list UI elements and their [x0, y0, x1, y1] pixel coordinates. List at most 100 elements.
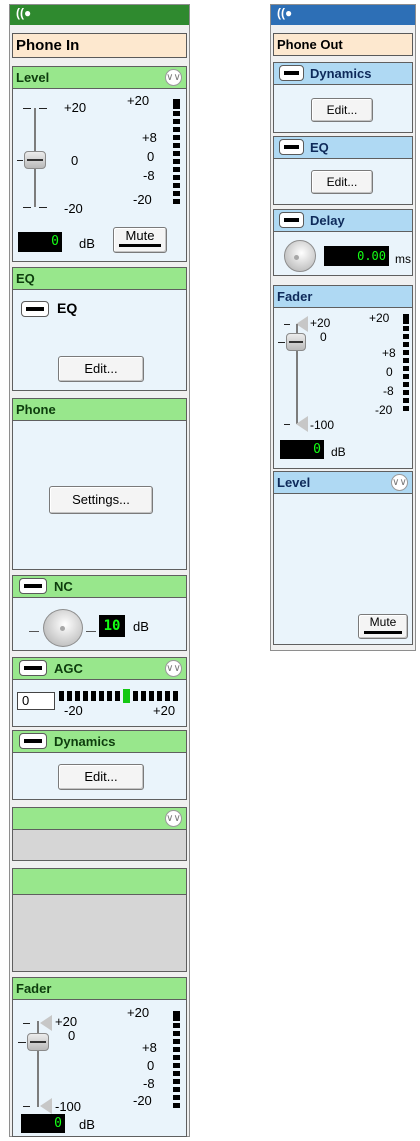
level-tick-top [23, 108, 31, 109]
fader-scale-right-1: +20 [127, 1005, 150, 1020]
out-delay-rotary-knob[interactable] [284, 240, 316, 272]
out-fader-value-display[interactable]: 0 [280, 440, 324, 459]
out-eq-bypass-toggle[interactable] [279, 139, 304, 155]
level-scale-right-4: -8 [143, 168, 155, 183]
out-dynamics-header: Dynamics [274, 63, 412, 85]
out-delay-header: Delay [274, 210, 412, 232]
out-fader-scale-right-5: -20 [375, 403, 393, 417]
fader-value-display[interactable]: 0 [21, 1114, 65, 1133]
out-delay-value-display[interactable]: 0.00 [324, 246, 389, 266]
agc-max-label: +20 [153, 703, 176, 718]
nc-rotary-knob[interactable] [43, 609, 83, 647]
level-scale-left-1: +20 [64, 100, 87, 115]
level-fader-knob[interactable] [24, 151, 46, 169]
empty-panel-2-header [13, 869, 186, 895]
out-fader-scale-left-3: -100 [310, 418, 335, 432]
mute-label: Mute [369, 615, 397, 629]
dynamics-title: Dynamics [54, 734, 116, 749]
phone-settings-button[interactable]: Settings... [49, 486, 153, 514]
fader-scale-left-3: -100 [55, 1099, 82, 1114]
level-tick-mid [17, 160, 23, 161]
out-fader-scale-right-2: +8 [382, 346, 396, 360]
level-unit: dB [79, 236, 95, 251]
empty-panel-1: ∨∨ [12, 807, 187, 861]
level-scale-right-5: -20 [133, 192, 152, 207]
nc-header: NC [13, 576, 186, 598]
level-value-display[interactable]: 0 [18, 232, 62, 252]
empty-panel-2 [12, 868, 187, 972]
fader-title: Fader [13, 978, 186, 1000]
phone-out-name: Phone Out [273, 33, 413, 56]
dynamics-edit-button[interactable]: Edit... [58, 764, 144, 790]
level-title: Level [13, 67, 186, 89]
out-dynamics-bypass-toggle[interactable] [279, 65, 304, 81]
dynamics-panel: Dynamics Edit... [12, 730, 187, 800]
fader-tick-bot [23, 1106, 30, 1107]
mute-label: Mute [125, 228, 155, 243]
agc-panel: AGC ∨∨ 0 -20 +20 [12, 657, 187, 727]
nc-knob-tick-left [29, 631, 39, 632]
chevron-down-icon[interactable]: ∨∨ [165, 69, 182, 86]
fader-tick-top [23, 1023, 30, 1024]
fader-unit: dB [79, 1117, 95, 1132]
agc-bypass-toggle[interactable] [19, 660, 47, 676]
chevron-down-icon[interactable]: ∨∨ [165, 810, 182, 827]
nc-bypass-toggle[interactable] [19, 578, 47, 594]
eq-toggle-label: EQ [57, 300, 78, 316]
level-scale-right-1: +20 [127, 93, 150, 108]
phone-in-titlebar[interactable]: ((● [10, 5, 189, 25]
fader-scale-left-1: +20 [55, 1014, 78, 1029]
out-dynamics-title: Dynamics [310, 66, 372, 81]
fader-tick-mid [18, 1042, 26, 1043]
out-delay-bypass-toggle[interactable] [279, 212, 304, 228]
fader-scale-right-5: -20 [133, 1093, 152, 1108]
chevron-down-icon[interactable]: ∨∨ [165, 660, 182, 677]
eq-bypass-toggle[interactable] [21, 301, 49, 317]
nc-title: NC [54, 579, 73, 594]
nc-unit: dB [133, 619, 149, 634]
out-dynamics-panel: Dynamics Edit... [273, 62, 413, 133]
fader-meter [173, 1011, 180, 1111]
out-fader-tick-mid [278, 342, 285, 343]
phone-in-name: Phone In [12, 33, 187, 58]
out-level-mute-button[interactable]: Mute [358, 614, 408, 639]
fader-scale-right-3: 0 [147, 1058, 155, 1073]
out-eq-panel: EQ Edit... [273, 136, 413, 205]
out-fader-meter [403, 314, 409, 418]
level-tick-top2 [39, 108, 47, 109]
chevron-down-icon[interactable]: ∨∨ [391, 474, 408, 491]
phone-out-strip: ((● Phone Out Dynamics Edit... EQ Edit..… [270, 4, 416, 651]
out-fader-scale-left-2: 0 [320, 330, 327, 344]
fader-scale-left-2: 0 [68, 1028, 76, 1043]
level-scale-right-3: 0 [147, 149, 155, 164]
out-eq-edit-button[interactable]: Edit... [311, 170, 373, 194]
eq-edit-button[interactable]: Edit... [58, 356, 144, 382]
out-fader-panel: Fader +20 0 -100 +20 +8 0 -8 -20 0 dB [273, 285, 413, 469]
phone-title: Phone [13, 399, 186, 421]
out-fader-scale-left-1: +20 [310, 316, 331, 330]
out-delay-title: Delay [310, 213, 345, 228]
phone-panel: Phone Settings... [12, 398, 187, 570]
phone-out-titlebar[interactable]: ((● [271, 5, 415, 25]
wireless-icon: ((● [277, 6, 293, 20]
level-mute-button[interactable]: Mute [113, 227, 167, 253]
eq-panel: EQ EQ Edit... [12, 267, 187, 391]
out-fader-tick-top [284, 324, 290, 325]
out-fader-knob[interactable] [286, 333, 306, 351]
nc-value-display[interactable]: 10 [99, 615, 125, 637]
out-dynamics-edit-button[interactable]: Edit... [311, 98, 373, 122]
agc-value-box[interactable]: 0 [17, 692, 55, 710]
out-fader-unit: dB [331, 445, 346, 459]
level-scale-left-2: 0 [71, 153, 79, 168]
dynamics-bypass-toggle[interactable] [19, 733, 47, 749]
out-delay-panel: Delay 0.00 ms [273, 209, 413, 276]
dynamics-header: Dynamics [13, 731, 186, 753]
fader-knob[interactable] [27, 1033, 49, 1051]
level-panel: Level ∨∨ +20 0 -20 +20 +8 0 -8 -20 0 dB … [12, 66, 187, 262]
empty-panel-1-header [13, 808, 186, 830]
nc-knob-tick-right [86, 631, 96, 632]
fader-max-marker [40, 1015, 52, 1031]
out-fader-scale-right-1: +20 [369, 311, 390, 325]
nc-panel: NC 10 dB [12, 575, 187, 651]
agc-title: AGC [54, 661, 83, 676]
